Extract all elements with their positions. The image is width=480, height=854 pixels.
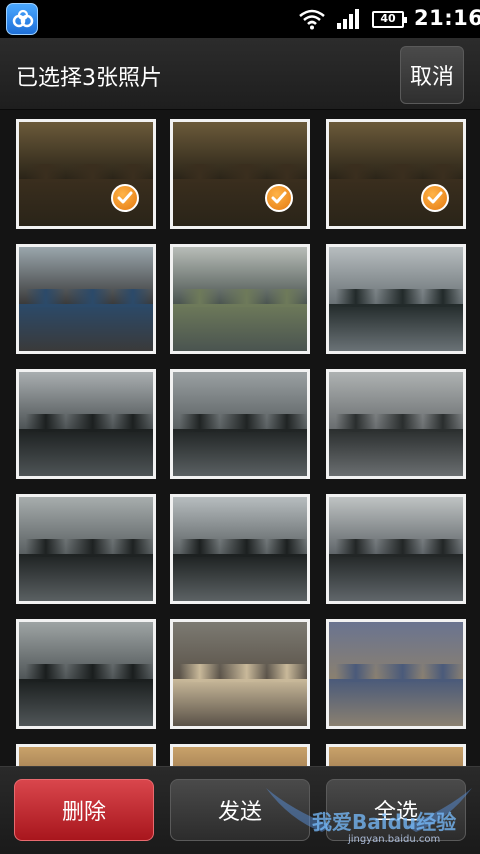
delete-button[interactable]: 删除 xyxy=(14,779,154,841)
status-bar: 40 21:16 xyxy=(0,0,480,38)
photo-thumbnail[interactable] xyxy=(16,369,156,479)
photo-thumbnail[interactable] xyxy=(16,244,156,354)
photo-thumbnail-partial[interactable] xyxy=(16,744,156,766)
selected-check-icon xyxy=(421,184,449,212)
photo-thumbnail[interactable] xyxy=(170,619,310,729)
photo-thumbnail[interactable] xyxy=(326,244,466,354)
bottom-toolbar: 删除 发送 全选 xyxy=(0,766,480,854)
page-title: 已选择3张照片 xyxy=(16,66,162,91)
select-all-button[interactable]: 全选 xyxy=(326,779,466,841)
selected-check-icon xyxy=(265,184,293,212)
photo-thumbnail[interactable] xyxy=(326,369,466,479)
send-button[interactable]: 发送 xyxy=(170,779,310,841)
cancel-button[interactable]: 取消 xyxy=(400,46,464,104)
selected-check-icon xyxy=(111,184,139,212)
signal-icon xyxy=(337,9,359,29)
photo-thumbnail[interactable] xyxy=(16,494,156,604)
photo-grid[interactable] xyxy=(0,110,480,766)
photo-thumbnail-partial[interactable] xyxy=(170,744,310,766)
header: 已选择3张照片 取消 xyxy=(0,38,480,110)
wifi-icon xyxy=(299,9,325,30)
photo-thumbnail[interactable] xyxy=(170,244,310,354)
photo-thumbnail[interactable] xyxy=(16,119,156,229)
photo-thumbnail[interactable] xyxy=(326,619,466,729)
battery-icon: 40 xyxy=(372,11,407,28)
photo-thumbnail[interactable] xyxy=(170,369,310,479)
photo-thumbnail[interactable] xyxy=(16,619,156,729)
battery-level: 40 xyxy=(380,12,396,25)
photo-thumbnail[interactable] xyxy=(326,119,466,229)
photo-thumbnail[interactable] xyxy=(326,494,466,604)
baidu-cloud-icon[interactable] xyxy=(6,3,38,35)
photo-thumbnail[interactable] xyxy=(170,119,310,229)
photo-thumbnail-partial[interactable] xyxy=(326,744,466,766)
photo-thumbnail[interactable] xyxy=(170,494,310,604)
clock: 21:16 xyxy=(414,6,480,30)
